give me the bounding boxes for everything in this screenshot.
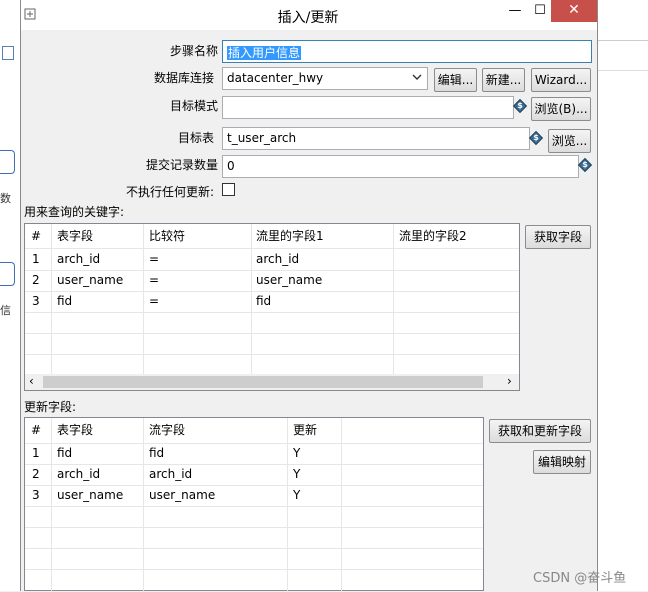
row-number: 3 [32, 488, 40, 502]
column-header[interactable]: 比较符 [149, 224, 185, 248]
column-header[interactable]: # [31, 224, 41, 248]
no-update-label: 不执行任何更新: [125, 185, 214, 199]
update-section-label: 更新字段: [24, 400, 77, 414]
grid-line [143, 224, 144, 374]
key-table: # 表字段 比较符 流里的字段1 流里的字段2 1 arch_id = arch… [24, 223, 520, 391]
table-cell[interactable]: fid [149, 443, 164, 464]
row-number: 1 [32, 252, 40, 266]
column-header[interactable]: 表字段 [57, 418, 93, 442]
new-connection-button[interactable]: 新建... [482, 68, 525, 92]
row-number: 2 [32, 273, 40, 287]
edit-mapping-button[interactable]: 编辑映射 [533, 450, 591, 474]
row-number: 3 [32, 294, 40, 308]
table-cell[interactable]: Y [293, 485, 300, 506]
grid-line [341, 418, 342, 592]
grid-line [25, 312, 519, 313]
step-name-input[interactable]: 插入用户信息 [222, 40, 592, 63]
grid-line [143, 418, 144, 592]
grid-line [25, 569, 483, 570]
target-schema-input[interactable] [222, 96, 514, 119]
background-text-fragment: 信 [0, 304, 11, 317]
grid-line [25, 527, 483, 528]
update-table: # 表字段 流字段 更新 1 fid fid Y 2 arch_id arch_… [24, 417, 484, 592]
grid-line [287, 418, 288, 592]
background-app-right [598, 0, 648, 591]
horizontal-scrollbar[interactable]: ‹ › [25, 374, 519, 390]
table-cell[interactable]: user_name [57, 485, 123, 506]
dialog-title: 插入/更新 [277, 10, 339, 26]
wizard-button[interactable]: Wizard... [531, 68, 591, 92]
minimize-button[interactable]: — [503, 0, 527, 22]
grid-line [393, 224, 394, 374]
column-header[interactable]: 表字段 [57, 224, 93, 248]
table-cell[interactable]: arch_id [149, 464, 192, 485]
get-update-fields-button[interactable]: 获取和更新字段 [489, 419, 591, 443]
column-header[interactable]: 流字段 [149, 418, 185, 442]
commit-size-label: 提交记录数量 [145, 158, 218, 172]
variable-icon[interactable]: $ [528, 130, 544, 146]
row-number: 2 [32, 467, 40, 481]
key-section-label: 用来查询的关键字: [24, 205, 125, 219]
canvas-node-fragment [0, 262, 15, 286]
divider [598, 40, 648, 41]
browse-table-button[interactable]: 浏览... [548, 129, 591, 153]
grid-line [25, 443, 483, 444]
scroll-left-arrow[interactable]: ‹ [29, 374, 34, 389]
table-cell[interactable]: user_name [256, 270, 322, 291]
table-cell[interactable]: fid [57, 443, 72, 464]
table-cell[interactable]: arch_id [256, 249, 299, 270]
commit-size-input[interactable]: 0 [222, 155, 579, 178]
row-number: 1 [32, 446, 40, 460]
canvas-node-fragment [0, 150, 15, 174]
column-header[interactable]: 流里的字段2 [399, 224, 467, 248]
table-cell[interactable]: arch_id [57, 249, 100, 270]
table-cell[interactable]: Y [293, 443, 300, 464]
grid-line [25, 354, 519, 355]
target-table-label: 目标表 [177, 131, 214, 145]
variable-icon[interactable]: $ [512, 98, 528, 114]
app-icon [24, 8, 36, 20]
get-fields-button[interactable]: 获取字段 [525, 225, 591, 249]
target-table-input[interactable]: t_user_arch [222, 127, 530, 150]
table-cell[interactable]: user_name [57, 270, 123, 291]
column-header[interactable]: 流里的字段1 [256, 224, 324, 248]
db-connection-label: 数据库连接 [153, 71, 214, 85]
close-button[interactable]: ✕ [551, 0, 597, 22]
table-cell[interactable]: fid [256, 291, 271, 312]
column-header[interactable]: # [31, 418, 41, 442]
scrollbar-thumb[interactable] [43, 376, 483, 388]
grid-line [25, 333, 519, 334]
chevron-down-icon[interactable] [411, 71, 423, 83]
grid-line [25, 506, 483, 507]
table-cell[interactable]: fid [57, 291, 72, 312]
grid-line [51, 224, 52, 374]
maximize-button[interactable]: ☐ [528, 0, 552, 22]
variable-icon[interactable]: $ [577, 157, 593, 173]
grid-line [51, 418, 52, 592]
column-header[interactable]: 更新 [293, 418, 317, 442]
table-cell[interactable]: arch_id [57, 464, 100, 485]
table-cell[interactable]: = [149, 291, 159, 312]
table-cell[interactable]: = [149, 270, 159, 291]
file-icon [2, 46, 14, 60]
step-name-value: 插入用户信息 [227, 46, 302, 60]
watermark: CSDN @奋斗鱼 [533, 571, 627, 586]
edit-connection-button[interactable]: 编辑... [434, 68, 477, 92]
table-cell[interactable]: user_name [149, 485, 215, 506]
table-cell[interactable]: Y [293, 464, 300, 485]
table-cell[interactable]: = [149, 249, 159, 270]
target-schema-label: 目标模式 [169, 99, 218, 113]
grid-line [25, 291, 519, 292]
browse-schema-button[interactable]: 浏览(B)... [531, 97, 591, 121]
grid-line [251, 224, 252, 374]
step-name-label: 步骤名称 [169, 44, 218, 58]
grid-line [25, 548, 483, 549]
no-update-checkbox[interactable] [222, 183, 235, 196]
db-connection-select[interactable]: datacenter_hwy [222, 67, 428, 90]
background-text-fragment: 数 [0, 192, 11, 205]
scroll-right-arrow[interactable]: › [507, 374, 512, 389]
db-connection-value: datacenter_hwy [227, 71, 324, 85]
divider [598, 70, 648, 71]
